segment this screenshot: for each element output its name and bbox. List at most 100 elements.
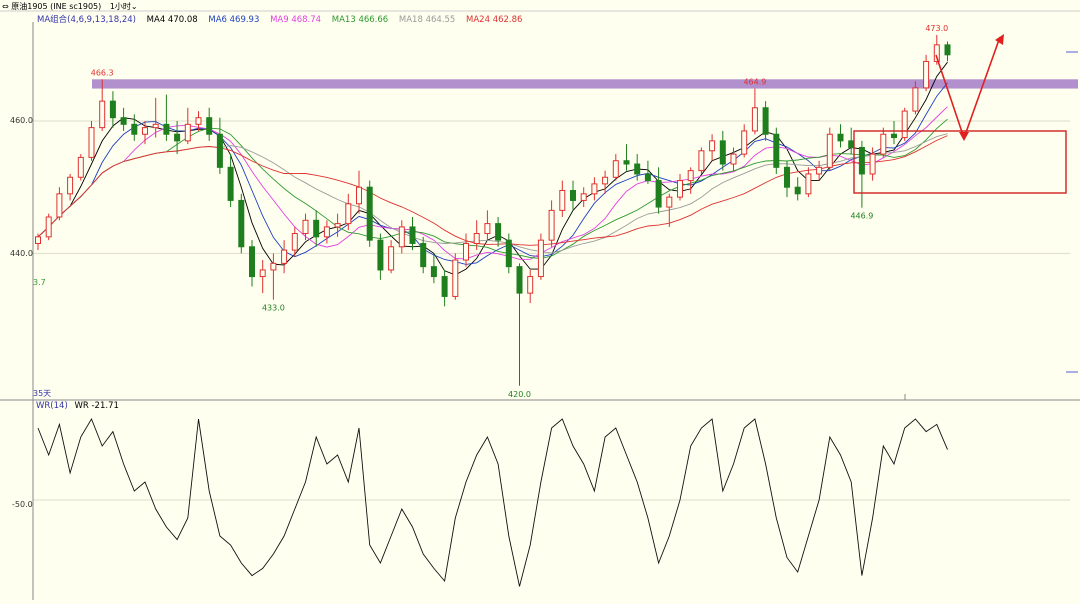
candle-body — [409, 226, 416, 244]
candle-body — [794, 186, 801, 195]
candle-body — [548, 209, 555, 241]
ma6-label: MA6 469.93 — [208, 15, 260, 25]
candle-body — [56, 193, 63, 218]
annotation-label: 466.3 — [91, 68, 114, 77]
candle-body — [816, 166, 823, 175]
candle-body — [784, 166, 790, 188]
candle-body — [559, 190, 566, 211]
candle-body — [398, 226, 405, 248]
candlestick-chart[interactable]: 466.3 433.0 420.0 464.9 446.9 473.0 — [0, 0, 1080, 604]
candle-body — [473, 233, 480, 244]
candle-body — [666, 196, 673, 208]
candle-body — [142, 127, 148, 135]
candle-body — [773, 133, 780, 168]
wr-value: WR -21.71 — [74, 401, 119, 411]
candle-body — [709, 140, 716, 152]
annotation-label: 420.0 — [508, 390, 531, 399]
candle-body — [270, 262, 277, 271]
title-bar[interactable]: ⇔ 原油1905 (INE sc1905) 1小时⌄ — [2, 1, 138, 12]
candle-body — [484, 223, 491, 235]
candle-body — [655, 180, 662, 208]
candle-body — [751, 107, 758, 132]
candle-body — [719, 140, 726, 165]
ma18-label: MA18 464.55 — [398, 15, 456, 25]
candle-body — [99, 100, 106, 129]
candle-body — [505, 239, 512, 268]
candle-body — [837, 133, 844, 142]
candle-body — [634, 163, 641, 175]
candle-body — [869, 153, 876, 175]
candle-body — [463, 242, 469, 261]
candle-body — [570, 190, 576, 201]
ma-group-label: MA组合(4,6,9,13,18,24) — [37, 15, 136, 25]
annotation-label: 473.0 — [925, 24, 948, 33]
candle-body — [67, 176, 74, 195]
wr-legend: WR(14) WR -21.71 — [36, 401, 119, 411]
candle-body — [281, 249, 288, 264]
candle-body — [45, 216, 52, 238]
candle-body — [602, 176, 609, 185]
candle-body — [195, 117, 202, 125]
candle-body — [923, 60, 930, 89]
candle-body — [35, 236, 41, 244]
candle-body — [131, 123, 138, 135]
candle-body — [612, 160, 619, 178]
candle-body — [826, 133, 833, 168]
candle-body — [623, 160, 630, 165]
candle-body — [120, 117, 127, 125]
ma4-label: MA4 470.08 — [146, 15, 198, 25]
left-clip-label: 3.7 — [33, 278, 46, 287]
candle-body — [377, 239, 384, 271]
candle-body — [249, 246, 255, 278]
candle-body — [184, 123, 191, 142]
candle-body — [805, 173, 812, 195]
candle-body — [452, 259, 459, 297]
candle-body — [516, 266, 523, 294]
period-label: 1小时 — [109, 2, 131, 11]
wr-tick-50: -50.0 — [12, 500, 33, 509]
candle-body — [644, 173, 651, 182]
symbol-label: 原油1905 (INE sc1905) — [11, 2, 102, 11]
candle-body — [420, 242, 427, 268]
candle-body — [741, 130, 748, 155]
resistance-band — [92, 79, 1078, 89]
wr-name: WR(14) — [36, 401, 68, 411]
candle-body — [109, 100, 116, 119]
candle-body — [527, 276, 534, 294]
ma13-label: MA13 466.66 — [331, 15, 389, 25]
candle-body — [912, 87, 919, 112]
candle-body — [174, 133, 181, 142]
candle-body — [216, 133, 223, 168]
candle-body — [495, 223, 502, 241]
chevron-down-icon: ⌄ — [130, 2, 138, 11]
annotation-label: 464.9 — [743, 78, 766, 87]
y-tick-440: 440.0 — [10, 249, 33, 258]
candle-body — [366, 186, 373, 241]
candle-body — [762, 107, 769, 135]
annotation-label: 433.0 — [262, 304, 285, 313]
candle-body — [227, 166, 234, 201]
y-tick-460: 460.0 — [10, 116, 33, 125]
period-days-label: 35天 — [33, 389, 52, 398]
candle-body — [880, 133, 887, 155]
candle-body — [388, 246, 395, 271]
candle-body — [677, 180, 683, 198]
candle-body — [77, 156, 84, 178]
candle-body — [313, 219, 320, 238]
candle-body — [323, 226, 330, 238]
candle-body — [430, 266, 437, 278]
period-selector[interactable]: 1小时⌄ — [110, 2, 138, 11]
candle-body — [88, 127, 95, 158]
candle-body — [152, 123, 159, 129]
candle-body — [730, 153, 737, 165]
ma9-label: MA9 468.74 — [270, 15, 322, 25]
candle-body — [580, 193, 587, 201]
candle-body — [206, 117, 213, 135]
candle-body — [345, 203, 352, 225]
link-icon: ⇔ — [2, 2, 9, 11]
candle-body — [441, 276, 448, 297]
candle-body — [901, 110, 908, 139]
candle-body — [259, 269, 266, 278]
candle-body — [291, 233, 298, 251]
candle-body — [698, 150, 705, 172]
